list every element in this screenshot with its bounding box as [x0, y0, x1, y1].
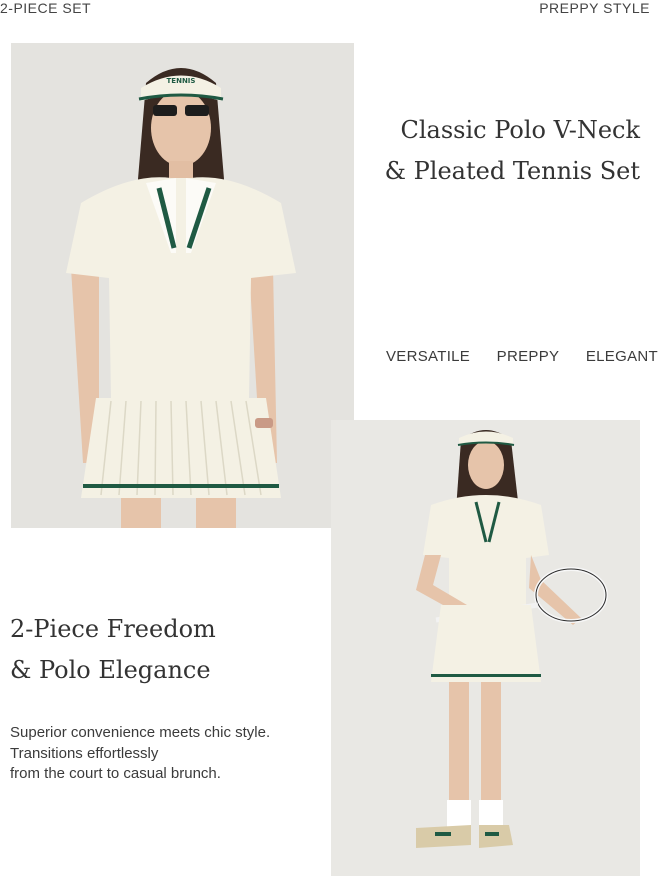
hero-title-line2: & Pleated Tennis Set — [384, 157, 640, 185]
feature-description-line1: Superior convenience meets chic style. — [10, 724, 271, 741]
style-label: PREPPY STYLE — [539, 0, 650, 16]
hero-title: Classic Polo V-Neck & Pleated Tennis Set — [385, 110, 640, 192]
feature-description-line3: from the court to casual brunch. — [10, 765, 221, 782]
feature-title-line2: & Polo Elegance — [10, 656, 211, 684]
tag-preppy: PREPPY — [496, 348, 560, 365]
visor-logo: TENNIS — [167, 77, 196, 85]
feature-description-line2: Transitions effortlessly — [10, 744, 159, 762]
style-tags: VERSATILE PREPPY ELEGANT — [386, 348, 658, 365]
feature-description: Superior convenience meets chic style. T… — [10, 723, 270, 785]
model-photo-tennis — [331, 420, 640, 876]
feature-title-line1: 2-Piece Freedom — [10, 615, 216, 643]
tag-versatile: VERSATILE — [386, 348, 471, 365]
set-type-label: 2-PIECE SET — [0, 0, 92, 16]
model-photo-front: TENNIS — [11, 43, 354, 528]
hero-title-line1: Classic Polo V-Neck — [400, 116, 640, 144]
feature-title: 2-Piece Freedom & Polo Elegance — [10, 609, 216, 691]
tag-elegant: ELEGANT — [585, 348, 658, 365]
